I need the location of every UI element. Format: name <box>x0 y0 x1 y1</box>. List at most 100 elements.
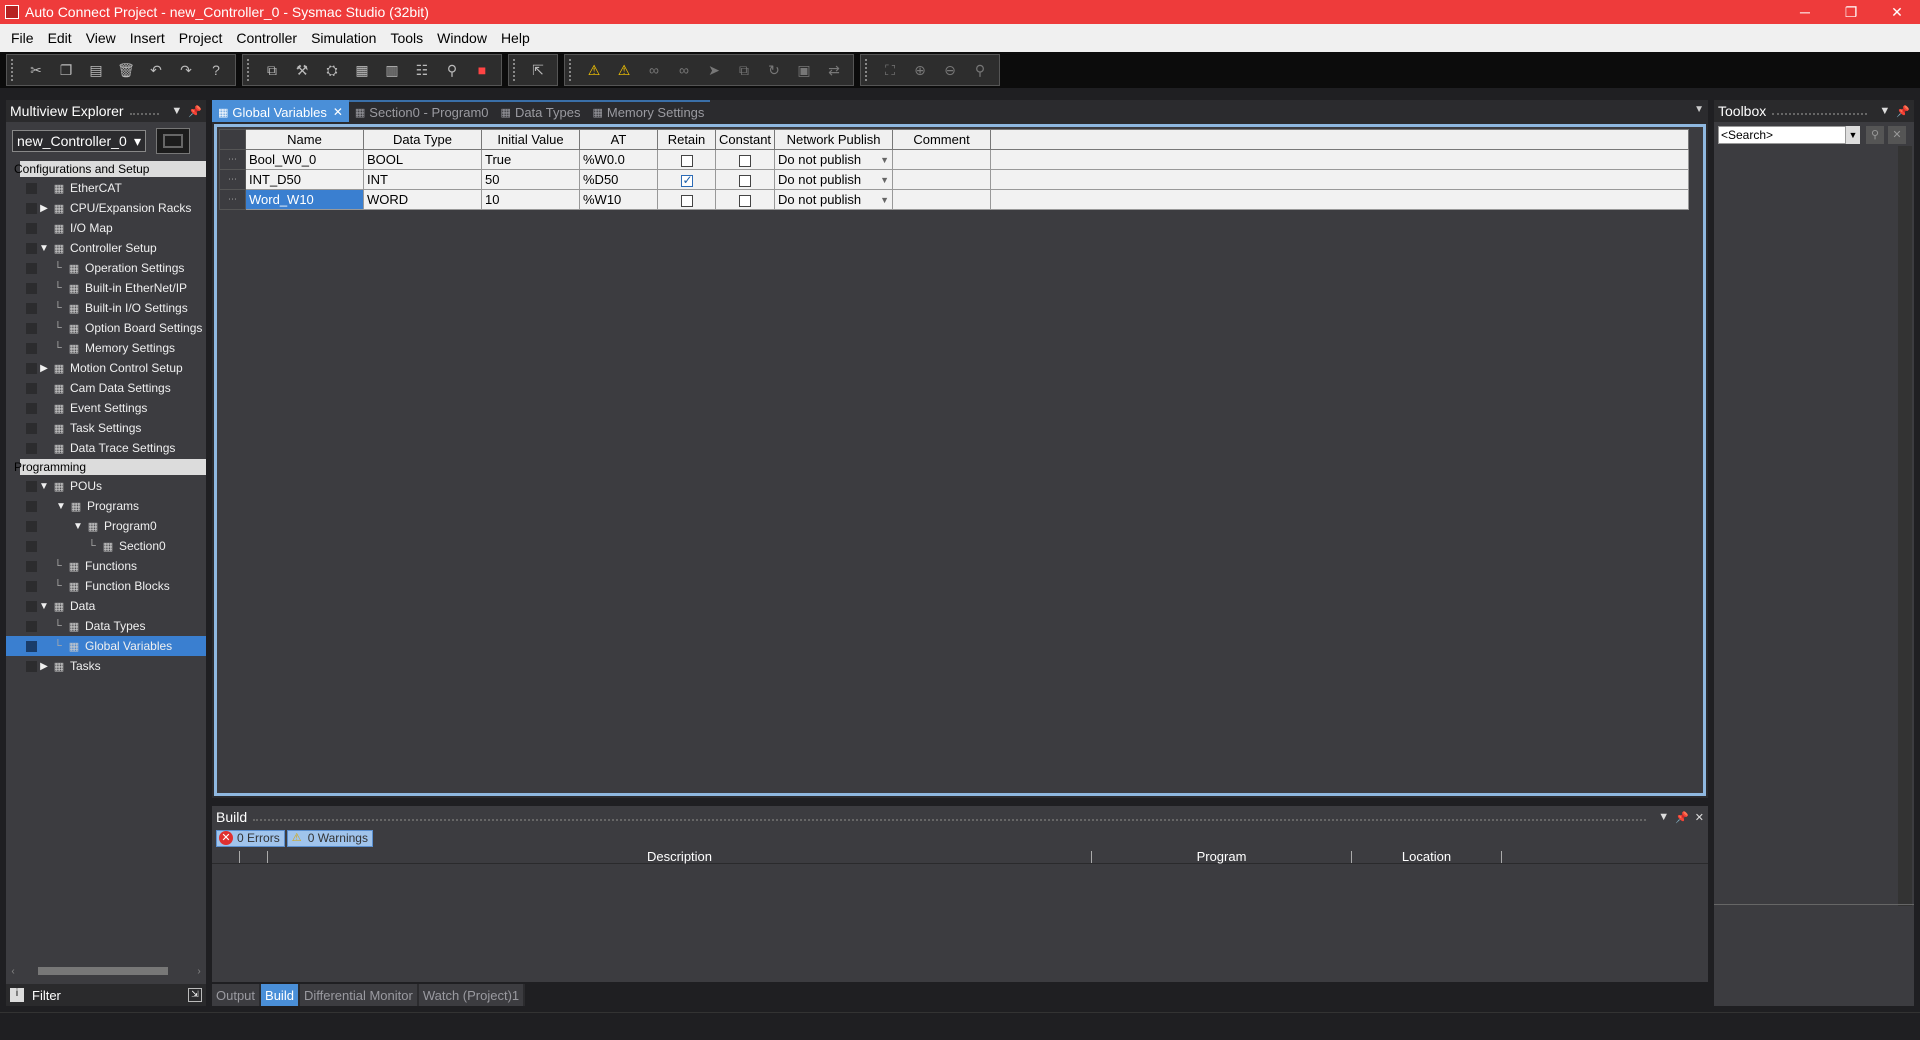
tab-section0-program0[interactable]: ▦ Section0 - Program0 <box>348 100 495 122</box>
online-icon[interactable]: ⇱ <box>523 57 553 83</box>
cross-reference-icon[interactable]: ⧉ <box>257 57 287 83</box>
chevron-down-icon[interactable]: ▼ <box>1879 105 1890 117</box>
column-number-header[interactable] <box>240 850 268 863</box>
table-row[interactable]: ⋯ Bool_W0_0 BOOL True %W0.0 Do not publish ▼ <box>219 149 1690 170</box>
network-publish-select[interactable]: Do not publish ▼ <box>778 172 889 187</box>
tree-item-programs[interactable]: ▼ ▦ Programs <box>6 496 206 516</box>
build-icon[interactable]: ⚒ <box>287 57 317 83</box>
expand-down-icon[interactable]: ▼ <box>37 601 51 612</box>
fit-icon[interactable]: ⛶ <box>875 57 905 83</box>
tree-item-memory-settings[interactable]: └ ▦ Memory Settings <box>6 338 206 358</box>
tree-item-event-settings[interactable]: ▦ Event Settings <box>6 398 206 418</box>
zoom-reset-icon[interactable]: ⚲ <box>965 57 995 83</box>
tree-item-motion-control-setup[interactable]: ▶ ▦ Motion Control Setup <box>6 358 206 378</box>
toolbox-search-input[interactable]: <Search> <box>1718 126 1846 144</box>
scrollbar-thumb[interactable] <box>38 967 168 975</box>
toolbar-grip[interactable] <box>569 59 573 81</box>
menu-view[interactable]: View <box>79 30 123 46</box>
sim-pause-icon[interactable]: ⧉ <box>729 57 759 83</box>
tree-item-functions[interactable]: └ ▦ Functions <box>6 556 206 576</box>
scroll-left-icon[interactable]: ‹ <box>6 966 20 977</box>
chevron-down-icon[interactable]: ▼ <box>1658 811 1669 823</box>
sim-reset-icon[interactable]: ↻ <box>759 57 789 83</box>
at-address-cell[interactable]: %W10 <box>579 189 658 210</box>
sim-sync-icon[interactable]: ⇄ <box>819 57 849 83</box>
close-button[interactable]: ✕ <box>1874 4 1920 21</box>
expand-down-icon[interactable]: ▼ <box>71 521 85 532</box>
column-header-constant[interactable]: Constant <box>714 129 776 150</box>
tree-item-ethercat[interactable]: ▦ EtherCAT <box>6 178 206 198</box>
close-icon[interactable]: ✕ <box>1695 811 1704 824</box>
filter-label[interactable]: Filter <box>32 988 61 1003</box>
tree-item-task-settings[interactable]: ▦ Task Settings <box>6 418 206 438</box>
chevron-down-icon[interactable]: ▼ <box>880 155 889 165</box>
network-publish-select[interactable]: Do not publish ▼ <box>778 152 889 167</box>
constant-checkbox[interactable] <box>739 194 752 207</box>
tree-item-option-board-settings[interactable]: └ ▦ Option Board Settings <box>6 318 206 338</box>
column-description-header[interactable]: Description <box>268 850 1092 863</box>
constant-checkbox[interactable] <box>739 174 752 187</box>
warnings-filter-button[interactable]: ⚠ 0 Warnings <box>286 829 373 847</box>
chevron-down-icon[interactable]: ▼ <box>880 195 889 205</box>
scroll-right-icon[interactable]: › <box>192 966 206 977</box>
column-program-header[interactable]: Program <box>1092 850 1352 863</box>
close-tab-icon[interactable]: ✕ <box>333 105 343 119</box>
toolbox-vertical-scrollbar[interactable] <box>1898 146 1912 906</box>
comment-cell[interactable] <box>892 169 992 190</box>
network-config-icon[interactable]: ☷ <box>407 57 437 83</box>
variable-name-cell[interactable]: Bool_W0_0 <box>245 149 364 170</box>
restore-button[interactable]: ❐ <box>1828 4 1874 21</box>
tree-item-global-variables[interactable]: └ ▦ Global Variables <box>6 636 206 656</box>
menu-file[interactable]: File <box>4 30 41 46</box>
tab-list-dropdown-icon[interactable]: ▼ <box>1694 104 1704 115</box>
stop-icon[interactable]: ■ <box>467 57 497 83</box>
tree-item-programming[interactable]: ▼Programming <box>6 458 206 476</box>
column-header-network-publish[interactable]: Network Publish <box>774 129 894 150</box>
data-type-cell[interactable]: BOOL <box>363 149 482 170</box>
clear-icon[interactable]: ✕ <box>1888 126 1906 144</box>
errors-filter-button[interactable]: ✕ 0 Errors <box>216 829 285 847</box>
delete-icon[interactable]: 🗑 <box>111 57 141 83</box>
column-header-name[interactable]: Name <box>245 129 364 150</box>
column-icon-header[interactable] <box>212 850 240 863</box>
menu-project[interactable]: Project <box>172 30 230 46</box>
variable-name-cell[interactable]: Word_W10 <box>245 189 364 210</box>
zoom-in-icon[interactable]: ⊕ <box>905 57 935 83</box>
menu-tools[interactable]: Tools <box>383 30 430 46</box>
initial-value-cell[interactable]: True <box>481 149 580 170</box>
filter-toggle-icon[interactable]: ⇲ <box>188 988 202 1002</box>
row-header[interactable]: ⋯ <box>219 169 246 190</box>
comment-cell[interactable] <box>892 149 992 170</box>
tree-item-program0[interactable]: ▼ ▦ Program0 <box>6 516 206 536</box>
row-header[interactable]: ⋯ <box>219 189 246 210</box>
toolbar-grip[interactable] <box>865 59 869 81</box>
retain-checkbox[interactable] <box>680 173 693 187</box>
tree-item-tasks[interactable]: ▶ ▦ Tasks <box>6 656 206 676</box>
expand-down-icon[interactable]: ▼ <box>37 481 51 492</box>
data-type-cell[interactable]: INT <box>363 169 482 190</box>
tree-item-cpu-expansion-racks[interactable]: ▶ ▦ CPU/Expansion Racks <box>6 198 206 218</box>
chevron-down-icon[interactable]: ▼ <box>880 175 889 185</box>
cut-icon[interactable]: ✂ <box>21 57 51 83</box>
menu-window[interactable]: Window <box>430 30 494 46</box>
controller-status-icon[interactable] <box>156 128 190 154</box>
tree-item-data[interactable]: ▼ ▦ Data <box>6 596 206 616</box>
data-type-cell[interactable]: WORD <box>363 189 482 210</box>
redo-icon[interactable]: ↷ <box>171 57 201 83</box>
warning-off-icon[interactable]: ⚠ <box>609 57 639 83</box>
column-header-retain[interactable]: Retain <box>657 129 716 150</box>
retain-checkbox[interactable] <box>680 154 693 167</box>
expand-down-icon[interactable]: ▼ <box>37 243 51 254</box>
tree-item-controller-setup[interactable]: ▼ ▦ Controller Setup <box>6 238 206 258</box>
chevron-down-icon[interactable]: ▼ <box>171 105 182 117</box>
menu-help[interactable]: Help <box>494 30 537 46</box>
column-header-comment[interactable]: Comment <box>892 129 992 150</box>
initial-value-cell[interactable]: 10 <box>481 189 580 210</box>
comment-cell[interactable] <box>892 189 992 210</box>
minimize-button[interactable]: ─ <box>1782 4 1828 20</box>
bottom-tab-watch-project-1[interactable]: Watch (Project)1 <box>418 984 524 1006</box>
expand-down-icon[interactable]: ▼ <box>54 501 68 512</box>
initial-value-cell[interactable]: 50 <box>481 169 580 190</box>
network-publish-cell[interactable]: Do not publish ▼ <box>774 169 894 190</box>
pin-icon[interactable]: 📌 <box>188 105 202 118</box>
